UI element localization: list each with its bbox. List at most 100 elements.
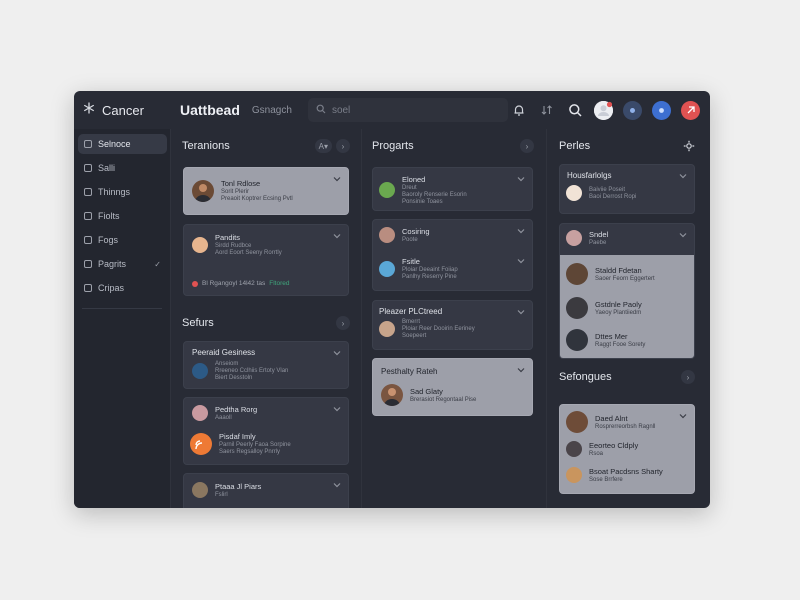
person-card[interactable]: Tonl Rdlose Sorit Plerir Preaoit Koptrer E… xyxy=(183,167,349,215)
person-card[interactable]: Ptaaa Jl Piars Fslirl xyxy=(183,473,349,508)
avatar xyxy=(192,179,214,202)
person-detail: Rosprerreorbsh Ragnll xyxy=(595,424,656,430)
sort-chip[interactable]: A▾ xyxy=(314,139,332,153)
magnifier-icon[interactable] xyxy=(566,101,584,119)
brand[interactable]: Cancer xyxy=(74,91,170,129)
person-card[interactable]: Cosiring Poote Fsitle Ploiar Deeaint Foiia… xyxy=(372,219,533,291)
section-title: Sefongues xyxy=(559,371,612,383)
bubble-icon[interactable] xyxy=(623,100,642,120)
person-row: Pedtha Rorg Aaaoll xyxy=(192,405,257,421)
person-group-card[interactable]: Sndel Paebe Staldd Fdetan Saoer Feorn Egge… xyxy=(559,223,695,359)
person-name: Sirdd Rudbce xyxy=(215,243,252,249)
person-list-card[interactable]: Daed Alnt Rosprerreorbsh Ragnll Eeorteo C… xyxy=(559,404,695,494)
sidebar-item-label: Selnoce xyxy=(98,139,131,149)
sidebar-item-2[interactable]: Salli xyxy=(78,158,167,178)
person-name: Bmerrt xyxy=(402,319,420,325)
avatar xyxy=(381,384,403,406)
chevron-right-icon[interactable]: › xyxy=(520,139,534,153)
bell-icon[interactable] xyxy=(510,101,528,119)
chevron-down-icon[interactable] xyxy=(333,405,341,413)
card-title: Pesthalty Rateh xyxy=(381,367,438,376)
sidebar-item-label: Salli xyxy=(98,163,116,173)
person-name: Sndel xyxy=(589,230,609,239)
chevron-down-icon[interactable] xyxy=(517,366,525,374)
person-detail: Dreut xyxy=(402,185,417,191)
sidebar-item-label: Thinngs xyxy=(98,187,131,197)
section-header: Sefongues › xyxy=(559,366,695,388)
person-name: Daed Alnt xyxy=(595,414,628,423)
chevron-right-icon[interactable]: › xyxy=(336,139,350,153)
person-name: Eeorteo Cldply xyxy=(589,441,639,450)
person-card[interactable]: Pesthalty Rateh Sad Glaty Brerasiot Regon… xyxy=(372,358,533,416)
chevron-down-icon[interactable] xyxy=(333,349,341,357)
list-item[interactable]: Eeorteo Cldply Rsoa xyxy=(566,441,638,457)
sidebar-item-6[interactable]: Pagrits ✓ xyxy=(78,254,167,274)
chevron-right-icon[interactable]: › xyxy=(336,316,350,330)
user-avatar[interactable] xyxy=(594,100,613,120)
person-name: Tonl Rdlose xyxy=(221,179,261,188)
sidebar-item-1[interactable]: Selnoce xyxy=(78,134,167,154)
divider xyxy=(170,129,171,508)
person-name: Staldd Fdetan xyxy=(595,266,642,275)
person-detail: Baoroly Renserie Esorin xyxy=(402,192,467,198)
sidebar-item-4[interactable]: Fiolts xyxy=(78,206,167,226)
section-header: Perles xyxy=(559,135,695,157)
person-card[interactable]: Housfarlolgs Baiviie Poseit Baoi Derrost … xyxy=(559,164,695,214)
sidebar-item-5[interactable]: Fogs xyxy=(78,230,167,250)
search-input[interactable] xyxy=(331,104,492,116)
avatar xyxy=(192,405,208,421)
avatar xyxy=(379,182,395,198)
check-icon: ✓ xyxy=(154,259,161,269)
chevron-down-icon[interactable] xyxy=(679,231,687,239)
chevron-down-icon[interactable] xyxy=(679,172,687,180)
person-row: Pandits Sirdd Rudbce Aord Eoort Seeny Rorr… xyxy=(192,233,282,256)
list-item[interactable]: Dttes Mer Raggt Fooe Sorety xyxy=(566,329,645,351)
chevron-down-icon[interactable] xyxy=(517,175,525,183)
person-name: Cosiring xyxy=(402,227,430,236)
person-row: Fsitle Ploiar Deeaint Foiiap Panlhy Reserr… xyxy=(379,257,458,280)
chevron-down-icon[interactable] xyxy=(679,412,687,420)
person-name: Anseiom xyxy=(215,361,239,367)
section-tools: A▾ › xyxy=(314,139,350,153)
snowflake-logo-icon xyxy=(83,101,95,119)
sidebar: Selnoce Salli Thinngs Fiolts Fogs Pagrit… xyxy=(74,129,170,508)
sort-icon[interactable] xyxy=(538,101,556,119)
person-name: Fsitle xyxy=(402,257,420,266)
list-item[interactable]: Staldd Fdetan Saoer Feorn Eggertert xyxy=(566,263,655,285)
globe-icon[interactable] xyxy=(652,100,671,120)
person-name: Pisdaf Imly xyxy=(219,432,256,441)
sidebar-item-3[interactable]: Thinngs xyxy=(78,182,167,202)
list-item[interactable]: Daed Alnt Rosprerreorbsh Ragnll xyxy=(566,411,655,433)
avatar xyxy=(566,297,588,319)
person-card[interactable]: Peeraid Gesiness Anseiom Rreeneo Cclhiis … xyxy=(183,341,349,389)
chevron-down-icon[interactable] xyxy=(517,308,525,316)
gear-icon[interactable] xyxy=(683,140,695,152)
avatar xyxy=(566,230,582,246)
person-detail: Aaaoll xyxy=(215,415,232,421)
person-name: Gstdnle Paoly xyxy=(595,300,642,309)
search-label[interactable]: Gsnagch xyxy=(252,105,292,116)
person-detail: Raggt Fooe Sorety xyxy=(595,342,646,348)
person-row: Eloned Dreut Baoroly Renserie Esorin Ponsin… xyxy=(379,175,467,205)
alert-icon[interactable] xyxy=(681,100,700,120)
person-card[interactable]: Pedtha Rorg Aaaoll Pisdaf Imly Parnil Peer… xyxy=(183,397,349,465)
list-item[interactable]: Gstdnle Paoly Yaeoy Plantiiedm xyxy=(566,297,642,319)
chevron-down-icon[interactable] xyxy=(517,227,525,235)
sidebar-item-7[interactable]: Cripas xyxy=(78,278,167,298)
chevron-right-icon[interactable]: › xyxy=(681,370,695,384)
divider xyxy=(361,129,362,508)
person-card[interactable]: Pleazer PLCtreed Bmerrt Ploiar Reer Dooir… xyxy=(372,300,533,350)
chevron-down-icon[interactable] xyxy=(333,232,341,240)
divider xyxy=(82,308,162,309)
person-detail: Aord Eoort Seeny Rorrtly xyxy=(215,250,282,256)
status-text: Bl Rgangoyl 14l42 tas xyxy=(202,280,266,287)
chevron-down-icon[interactable] xyxy=(333,481,341,489)
chevron-down-icon[interactable] xyxy=(517,257,525,265)
person-card[interactable]: Pandits Sirdd Rudbce Aord Eoort Seeny Rorr… xyxy=(183,224,349,296)
chevron-down-icon[interactable] xyxy=(333,175,341,183)
column-right: Perles Housfarlolgs Baiviie Poseit Baoi D… xyxy=(559,129,695,508)
person-detail: Parnil Peerly Faoa Sorpine xyxy=(219,442,291,448)
list-item[interactable]: Bsoat Pacdsns Sharty Sose Brrfere xyxy=(566,467,663,483)
person-card[interactable]: Eloned Dreut Baoroly Renserie Esorin Ponsin… xyxy=(372,167,533,211)
search-box[interactable] xyxy=(307,98,508,122)
